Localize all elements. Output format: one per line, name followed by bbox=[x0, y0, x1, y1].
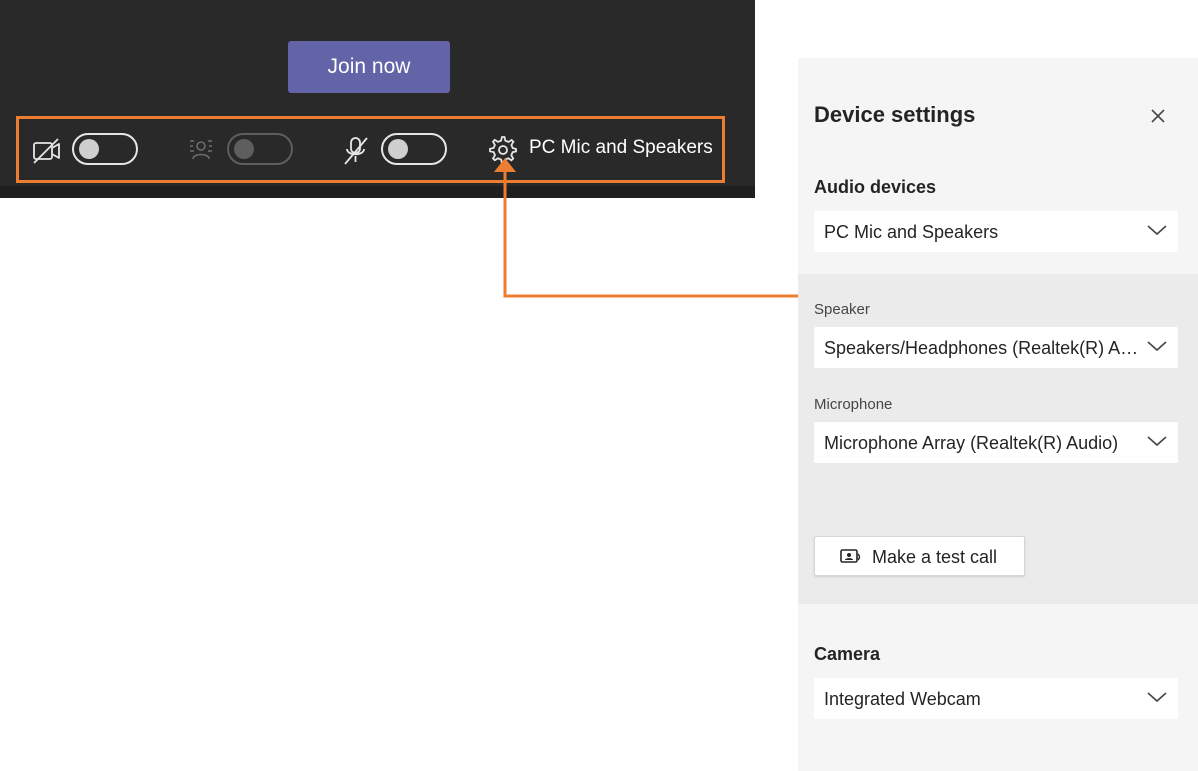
panel-title: Device settings bbox=[814, 102, 976, 127]
chevron-down-icon bbox=[1147, 692, 1167, 703]
device-settings-panel: Device settings Audio devices PC Mic and… bbox=[798, 58, 1198, 771]
camera-value: Integrated Webcam bbox=[824, 689, 981, 709]
toolbar-highlight bbox=[16, 116, 725, 183]
audio-device-value: PC Mic and Speakers bbox=[824, 222, 999, 242]
microphone-label: Microphone bbox=[814, 396, 893, 413]
chevron-down-icon bbox=[1147, 436, 1167, 447]
microphone-dropdown[interactable]: Microphone Array (Realtek(R) Audio) bbox=[814, 422, 1178, 463]
close-icon[interactable] bbox=[1148, 106, 1168, 126]
camera-dropdown[interactable]: Integrated Webcam bbox=[814, 678, 1178, 719]
microphone-value: Microphone Array (Realtek(R) Audio) bbox=[824, 433, 1119, 453]
audio-device-dropdown[interactable]: PC Mic and Speakers bbox=[814, 211, 1178, 252]
chevron-down-icon bbox=[1147, 225, 1167, 236]
strip-divider bbox=[0, 186, 755, 198]
chevron-down-icon bbox=[1147, 341, 1167, 352]
test-call-icon bbox=[840, 549, 861, 563]
make-test-call-button[interactable]: Make a test call bbox=[814, 536, 1025, 576]
join-now-button[interactable]: Join now bbox=[288, 41, 450, 93]
audio-devices-title: Audio devices bbox=[814, 177, 937, 197]
speaker-value: Speakers/Headphones (Realtek(R) Audio) bbox=[824, 338, 1142, 358]
camera-title: Camera bbox=[814, 644, 881, 664]
speaker-dropdown[interactable]: Speakers/Headphones (Realtek(R) Audio) bbox=[814, 327, 1178, 368]
test-call-label: Make a test call bbox=[872, 547, 998, 567]
speaker-label: Speaker bbox=[814, 301, 870, 318]
